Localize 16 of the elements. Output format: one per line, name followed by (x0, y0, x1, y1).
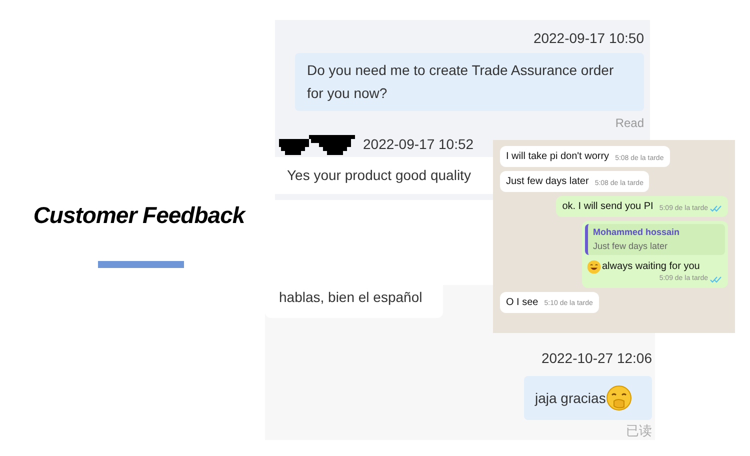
emoji-icon (606, 385, 632, 411)
quote-author: Mohammed hossain (593, 226, 681, 239)
quote-text: Just few days later (593, 240, 669, 253)
double-check-icon (710, 276, 722, 283)
read-status: 已读 (626, 423, 652, 441)
message-bubble: Do you need me to create Trade Assurance order for you now? (295, 53, 644, 111)
double-check-icon (710, 205, 722, 212)
message-bubble: jaja gracias (524, 376, 652, 420)
message-text: always waiting for you (602, 260, 700, 274)
slide-title: Customer Feedback (33, 201, 245, 230)
message-time: 2022-10-27 12:06 (541, 349, 652, 368)
read-status: Read (615, 115, 644, 132)
message-bubble: hablas, bien el español (265, 285, 443, 318)
emoji-icon (587, 260, 601, 274)
message-time: 2022-09-17 10:52 (363, 135, 474, 154)
message-time: 2022-09-17 10:50 (533, 29, 644, 48)
